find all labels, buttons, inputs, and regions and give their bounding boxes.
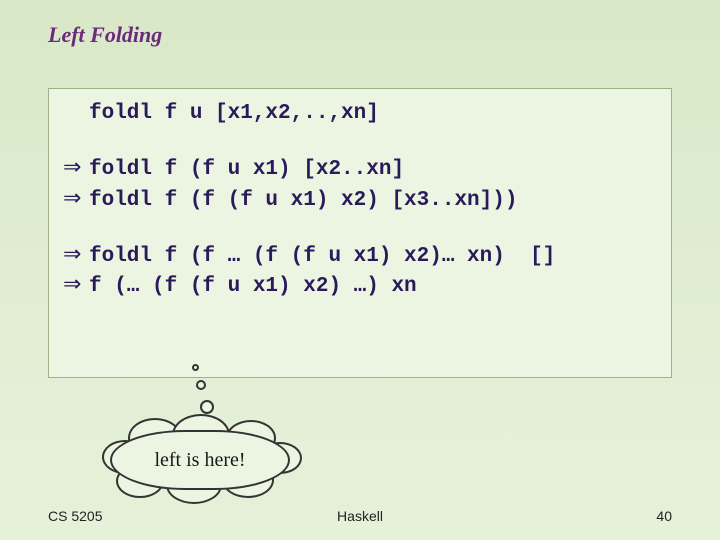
code-line-2: ⇒foldl f (f u x1) [x2..xn] xyxy=(63,153,657,183)
code-line-1: foldl f u [x1,x2,..,xn] xyxy=(63,101,657,127)
implies-icon: ⇒ xyxy=(63,184,89,212)
code-line-5: ⇒f (… (f (f u x1) x2) …) xn xyxy=(63,270,657,300)
implies-icon: ⇒ xyxy=(63,240,89,268)
footer-course-code: CS 5205 xyxy=(48,508,102,524)
code-line-4: ⇒foldl f (f … (f (f u x1) x2)… xn) [] xyxy=(63,240,657,270)
footer-topic: Haskell xyxy=(337,508,383,524)
implies-icon: ⇒ xyxy=(63,270,89,298)
code-text: foldl f (f … (f (f u x1) x2)… xn) [] xyxy=(89,245,555,268)
code-box: foldl f u [x1,x2,..,xn] ⇒foldl f (f u x1… xyxy=(48,88,672,378)
code-text: foldl f u [x1,x2,..,xn] xyxy=(89,102,379,125)
footer-page-number: 40 xyxy=(656,508,672,524)
thought-bubble-tail-icon xyxy=(196,380,206,390)
thought-cloud-icon: left is here! xyxy=(110,420,300,500)
implies-icon: ⇒ xyxy=(63,153,89,181)
callout-text: left is here! xyxy=(110,420,290,500)
code-text: foldl f (f (f u x1) x2) [x3..xn])) xyxy=(89,189,517,212)
code-line-3: ⇒foldl f (f (f u x1) x2) [x3..xn])) xyxy=(63,184,657,214)
thought-bubble-tail-icon xyxy=(192,364,199,371)
slide-title: Left Folding xyxy=(48,22,162,48)
thought-bubble-tail-icon xyxy=(200,400,214,414)
code-text: foldl f (f u x1) [x2..xn] xyxy=(89,158,404,181)
code-text: f (… (f (f u x1) x2) …) xn xyxy=(89,275,417,298)
